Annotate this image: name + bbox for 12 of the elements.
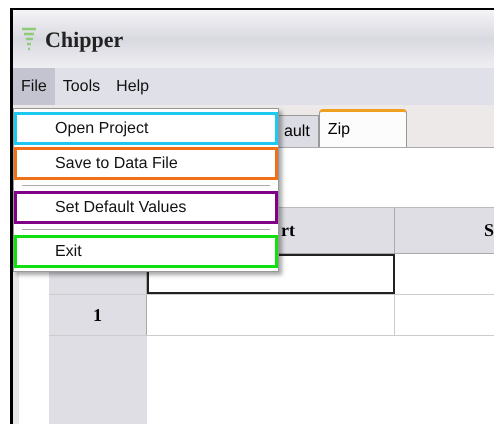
menu-entry[interactable]: Set Default Values — [14, 191, 278, 224]
menu-entry[interactable]: Exit — [14, 235, 278, 268]
window-title: Chipper — [45, 26, 124, 54]
menu-item[interactable]: File — [13, 68, 55, 105]
menu-entry[interactable]: Save to Data File — [14, 147, 278, 180]
menu-item[interactable]: Help — [108, 68, 158, 105]
menu-item[interactable]: Tools — [54, 68, 108, 105]
row-header: 1 — [49, 295, 147, 335]
column-header[interactable]: S — [395, 208, 494, 253]
menu-entry[interactable]: Open Project — [14, 112, 278, 145]
tab[interactable]: Zip — [318, 109, 407, 147]
tornado-icon — [21, 26, 37, 52]
